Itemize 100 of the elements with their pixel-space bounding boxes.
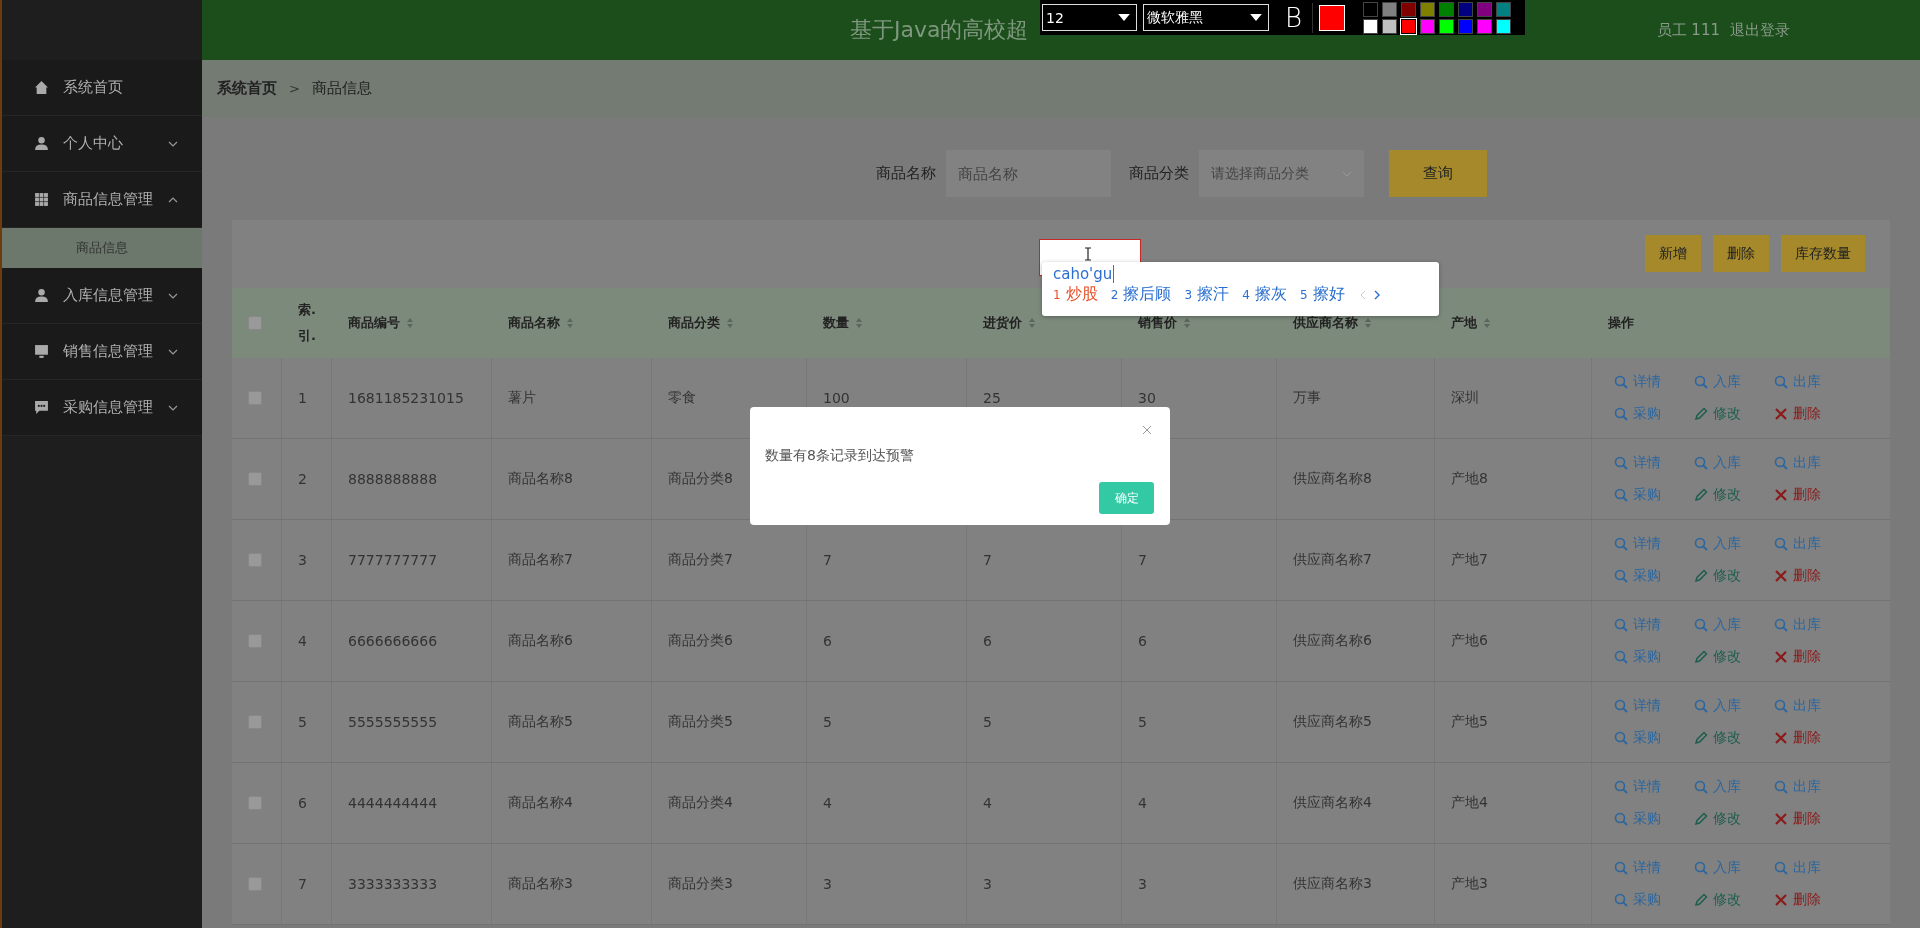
sort-icon[interactable] xyxy=(1183,317,1191,329)
color-swatch[interactable] xyxy=(1420,1,1436,17)
checkbox[interactable] xyxy=(248,472,262,486)
column-header[interactable]: 商品编号 xyxy=(348,314,400,332)
action-link[interactable]: 详情 xyxy=(1614,616,1676,634)
action-link[interactable]: 出库 xyxy=(1774,373,1836,391)
action-link[interactable]: 修改 xyxy=(1694,648,1756,666)
action-link[interactable]: 修改 xyxy=(1694,405,1756,423)
action-link[interactable]: 入库 xyxy=(1694,535,1756,553)
color-swatch[interactable] xyxy=(1420,18,1436,34)
action-link[interactable]: 详情 xyxy=(1614,535,1676,553)
action-link[interactable]: 详情 xyxy=(1614,778,1676,796)
action-link[interactable]: 出库 xyxy=(1774,859,1836,877)
action-link[interactable]: 删除 xyxy=(1774,648,1836,666)
column-header[interactable]: 数量 xyxy=(823,314,849,332)
action-link[interactable]: 入库 xyxy=(1694,454,1756,472)
menu-item[interactable]: 系统首页 xyxy=(2,60,202,116)
action-link[interactable]: 详情 xyxy=(1614,373,1676,391)
color-swatch[interactable] xyxy=(1439,18,1455,34)
color-swatch[interactable] xyxy=(1458,1,1474,17)
color-swatch[interactable] xyxy=(1496,18,1512,34)
font-size-select[interactable]: 12 xyxy=(1042,4,1137,31)
sort-icon[interactable] xyxy=(406,317,414,329)
toolbar-button[interactable]: 删除 xyxy=(1713,235,1769,272)
action-link[interactable]: 采购 xyxy=(1614,810,1676,828)
action-link[interactable]: 修改 xyxy=(1694,810,1756,828)
action-link[interactable]: 出库 xyxy=(1774,535,1836,553)
action-link[interactable]: 详情 xyxy=(1614,859,1676,877)
menu-item[interactable]: 采购信息管理 xyxy=(2,380,202,436)
action-link[interactable]: 删除 xyxy=(1774,729,1836,747)
submenu-item[interactable]: 商品信息 xyxy=(2,228,202,268)
action-link[interactable]: 出库 xyxy=(1774,778,1836,796)
color-swatch[interactable] xyxy=(1363,1,1379,17)
action-link[interactable]: 删除 xyxy=(1774,810,1836,828)
action-link[interactable]: 修改 xyxy=(1694,567,1756,585)
color-swatch[interactable] xyxy=(1477,18,1493,34)
logout-link[interactable]: 退出登录 xyxy=(1730,20,1790,40)
color-swatch[interactable] xyxy=(1363,18,1379,34)
action-link[interactable]: 删除 xyxy=(1774,405,1836,423)
confirm-button[interactable]: 确定 xyxy=(1099,482,1154,514)
ime-candidate[interactable]: 3 擦汗 xyxy=(1184,284,1230,305)
search-field[interactable]: 商品名称 xyxy=(945,150,1111,197)
menu-item[interactable]: 个人中心 xyxy=(2,116,202,172)
color-swatch[interactable] xyxy=(1382,18,1398,34)
action-link[interactable]: 出库 xyxy=(1774,616,1836,634)
color-swatch[interactable] xyxy=(1496,1,1512,17)
action-link[interactable]: 详情 xyxy=(1614,697,1676,715)
color-swatch[interactable] xyxy=(1401,1,1417,17)
action-link[interactable]: 入库 xyxy=(1694,616,1756,634)
column-header[interactable]: 进货价 xyxy=(983,314,1022,332)
toolbar-button[interactable]: 库存数量 xyxy=(1781,235,1865,272)
action-link[interactable]: 采购 xyxy=(1614,648,1676,666)
sort-icon[interactable] xyxy=(1028,317,1036,329)
column-header[interactable]: 商品名称 xyxy=(508,314,560,332)
category-select[interactable]: 请选择商品分类 xyxy=(1198,150,1364,197)
ime-candidate[interactable]: 5 擦好 xyxy=(1299,284,1345,305)
toolbar-button[interactable]: 新增 xyxy=(1645,235,1701,272)
sort-icon[interactable] xyxy=(726,317,734,329)
bold-button[interactable]: B xyxy=(1275,2,1314,33)
checkbox[interactable] xyxy=(248,877,262,891)
color-swatch[interactable] xyxy=(1439,1,1455,17)
action-link[interactable]: 修改 xyxy=(1694,486,1756,504)
menu-item[interactable]: 入库信息管理 xyxy=(2,268,202,324)
action-link[interactable]: 入库 xyxy=(1694,697,1756,715)
action-link[interactable]: 删除 xyxy=(1774,486,1836,504)
action-link[interactable]: 入库 xyxy=(1694,373,1756,391)
action-link[interactable]: 入库 xyxy=(1694,859,1756,877)
column-header[interactable]: 商品分类 xyxy=(668,314,720,332)
color-swatch[interactable] xyxy=(1477,1,1493,17)
color-swatch[interactable] xyxy=(1382,1,1398,17)
menu-item[interactable]: 商品信息管理 xyxy=(2,172,202,228)
color-swatch[interactable] xyxy=(1401,18,1417,34)
sort-icon[interactable] xyxy=(1364,317,1372,329)
action-link[interactable]: 修改 xyxy=(1694,891,1756,909)
column-header[interactable]: 操作 xyxy=(1608,314,1634,332)
font-select[interactable]: 微软雅黑 xyxy=(1143,4,1269,31)
ime-candidate[interactable]: 4 擦灰 xyxy=(1242,284,1287,305)
sort-icon[interactable] xyxy=(855,317,863,329)
query-button[interactable]: 查询 xyxy=(1388,150,1487,197)
column-header[interactable]: 销售价 xyxy=(1138,314,1177,332)
checkbox[interactable] xyxy=(248,391,262,405)
action-link[interactable]: 采购 xyxy=(1614,486,1676,504)
column-header[interactable]: 产地 xyxy=(1451,314,1477,332)
sort-icon[interactable] xyxy=(566,317,574,329)
breadcrumb-item[interactable]: 商品信息 xyxy=(311,79,372,98)
action-link[interactable]: 采购 xyxy=(1614,729,1676,747)
action-link[interactable]: 采购 xyxy=(1614,891,1676,909)
action-link[interactable]: 出库 xyxy=(1774,697,1836,715)
action-link[interactable]: 采购 xyxy=(1614,567,1676,585)
ime-candidate[interactable]: 1 炒股 xyxy=(1053,284,1098,305)
breadcrumb-item[interactable]: 系统首页 xyxy=(217,79,277,98)
action-link[interactable]: 出库 xyxy=(1774,454,1836,472)
action-link[interactable]: 入库 xyxy=(1694,778,1756,796)
close-icon[interactable] xyxy=(1142,425,1152,435)
menu-item[interactable]: 销售信息管理 xyxy=(2,324,202,380)
action-link[interactable]: 删除 xyxy=(1774,567,1836,585)
color-swatch[interactable] xyxy=(1458,18,1474,34)
checkbox[interactable] xyxy=(248,316,262,330)
action-link[interactable]: 修改 xyxy=(1694,729,1756,747)
current-color-swatch[interactable] xyxy=(1319,4,1346,31)
